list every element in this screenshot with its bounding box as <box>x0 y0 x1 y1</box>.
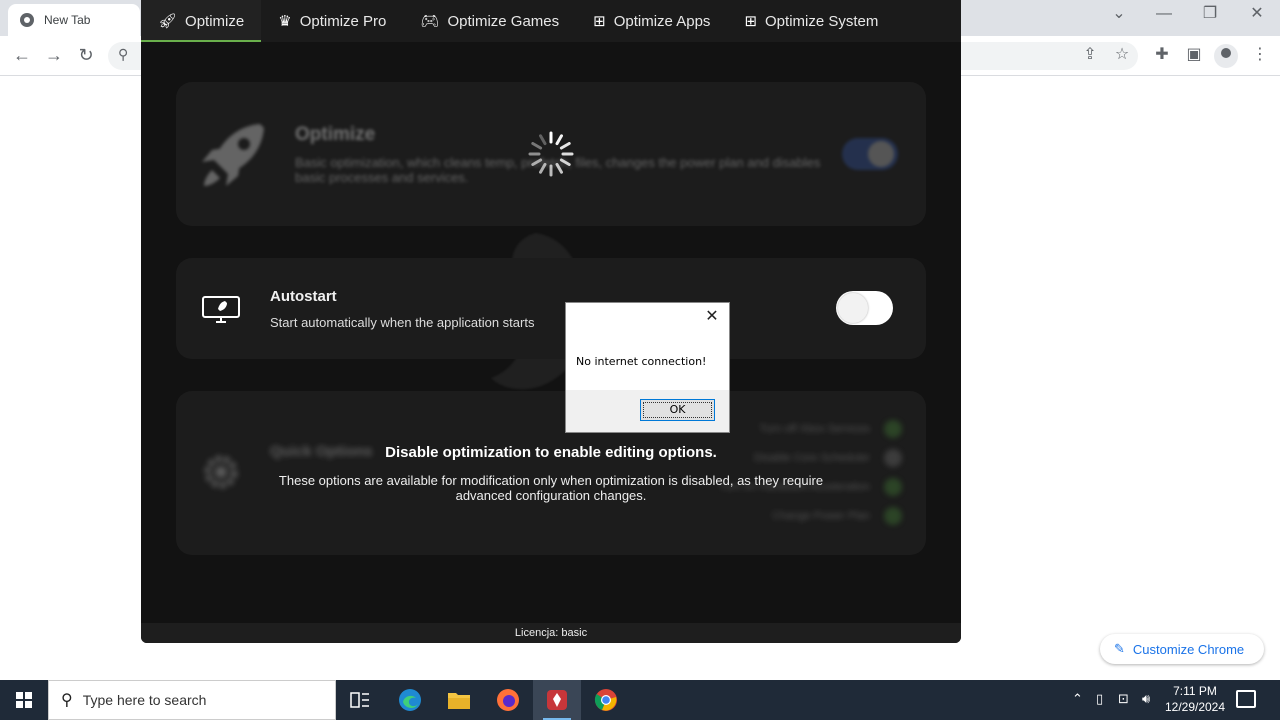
share-icon[interactable]: ⇪ <box>1078 44 1102 66</box>
taskbar-clock[interactable]: 7:11 PM 12/29/2024 <box>1160 683 1230 715</box>
overlay-title: Disable optimization to enable editing o… <box>385 444 717 461</box>
option-label: Turn off Xbox Services <box>759 423 870 435</box>
edge-icon <box>399 689 421 711</box>
tab-optimize-system-label: Optimize System <box>765 12 879 30</box>
error-dialog: ✕ No internet connection! OK <box>565 302 730 433</box>
autostart-toggle[interactable] <box>836 291 893 325</box>
taskbar-edge[interactable] <box>386 680 434 720</box>
taskbar-firefox[interactable] <box>484 680 532 720</box>
notification-icon[interactable] <box>1236 690 1256 708</box>
dialog-message: No internet connection! <box>576 355 707 368</box>
folder-icon <box>448 693 470 709</box>
tab-optimize-games[interactable]: 🎮︎ Optimize Games <box>403 0 576 42</box>
tab-optimize-games-label: Optimize Games <box>447 12 560 30</box>
tab-search-chevron-icon[interactable]: ⌄ <box>1105 4 1133 24</box>
option-status-dot <box>884 478 902 496</box>
apps-grid-icon: ⊞ <box>593 13 606 30</box>
taskbar-optimizer-app[interactable] <box>533 680 581 720</box>
tab-optimize-system[interactable]: ⊞ Optimize System <box>727 0 895 42</box>
gamepad-icon: 🎮︎ <box>420 13 440 30</box>
tab-optimize[interactable]: 🚀︎ Optimize <box>141 0 262 42</box>
windows-logo-icon <box>16 692 32 708</box>
windows-icon: ⊞ <box>744 13 758 30</box>
option-label: Change Power Plan <box>772 510 870 522</box>
chrome-favicon-icon <box>20 13 34 27</box>
tab-optimize-pro-label: Optimize Pro <box>299 12 387 30</box>
app-nav-bar: 🚀︎ Optimize ♛ Optimize Pro 🎮︎ Optimize G… <box>141 0 961 42</box>
option-row[interactable]: Change Power Plan <box>772 507 902 525</box>
rocket-icon: 🚀︎ <box>158 13 178 30</box>
autostart-card: Autostart Start automatically when the a… <box>176 258 926 359</box>
browser-tab-new-tab[interactable]: New Tab <box>8 4 140 36</box>
taskbar-search-placeholder: Type here to search <box>82 692 207 708</box>
minimize-button[interactable]: — <box>1150 4 1178 24</box>
autostart-description: Start automatically when the application… <box>270 315 535 330</box>
search-icon: ⚲ <box>61 692 73 709</box>
bookmark-star-icon[interactable]: ☆ <box>1110 44 1134 66</box>
clock-date: 12/29/2024 <box>1164 700 1226 714</box>
dialog-close-icon[interactable]: ✕ <box>703 306 721 326</box>
menu-kebab-icon[interactable]: ⋮ <box>1248 44 1272 66</box>
browser-tab-title: New Tab <box>44 13 91 27</box>
autostart-title: Autostart <box>270 288 337 305</box>
rocket-large-icon <box>202 124 264 186</box>
tab-optimize-pro[interactable]: ♛ Optimize Pro <box>261 0 403 42</box>
optimizer-app-icon <box>547 690 567 710</box>
start-button[interactable] <box>0 680 48 720</box>
clock-time: 7:11 PM <box>1173 684 1217 698</box>
monitor-rocket-icon <box>202 296 240 323</box>
optimize-toggle[interactable] <box>842 138 898 170</box>
optimizer-app-window: 🚀︎ Optimize ♛ Optimize Pro 🎮︎ Optimize G… <box>141 0 961 643</box>
reload-icon[interactable]: ↻ <box>74 44 98 66</box>
task-view-button[interactable] <box>336 680 384 720</box>
ok-button[interactable]: OK <box>640 399 715 421</box>
windows-taskbar: ⚲ Type here to search ⌃ ▯ ⊡ 🔊︎ 7:11 PM 1… <box>0 680 1280 720</box>
overlay-description: These options are available for modifica… <box>278 473 824 503</box>
crown-icon: ♛ <box>278 13 292 30</box>
loading-spinner-icon <box>528 131 574 177</box>
restore-button[interactable]: ❐ <box>1196 4 1224 24</box>
tray-chevron-up-icon[interactable]: ⌃ <box>1072 691 1083 707</box>
taskbar-search-box[interactable]: ⚲ Type here to search <box>48 680 336 720</box>
firefox-icon <box>497 689 519 711</box>
tab-optimize-apps-label: Optimize Apps <box>613 12 711 30</box>
chrome-icon <box>594 689 617 711</box>
option-status-dot <box>884 507 902 525</box>
volume-icon[interactable]: 🔊︎ <box>1142 691 1150 707</box>
customize-chrome-label: Customize Chrome <box>1132 641 1245 657</box>
pencil-icon: ✎ <box>1114 641 1125 656</box>
option-status-dot <box>884 420 902 438</box>
extensions-puzzle-icon[interactable]: ✚ <box>1150 44 1174 66</box>
dialog-button-bar: OK <box>566 390 729 432</box>
tab-optimize-apps[interactable]: ⊞ Optimize Apps <box>576 0 727 42</box>
forward-arrow-icon[interactable]: → <box>42 44 66 66</box>
option-row[interactable]: Turn off Xbox Services <box>759 420 902 438</box>
profile-avatar[interactable] <box>1214 44 1238 68</box>
back-arrow-icon[interactable]: ← <box>10 44 34 66</box>
optimize-card-title: Optimize <box>295 124 376 145</box>
task-view-icon <box>350 692 369 708</box>
tab-optimize-label: Optimize <box>185 12 245 30</box>
taskbar-file-explorer[interactable] <box>435 680 483 720</box>
network-icon[interactable]: ⊡ <box>1118 691 1129 707</box>
search-icon: ⚲ <box>118 46 129 62</box>
customize-chrome-button[interactable]: ✎ Customize Chrome <box>1100 634 1264 664</box>
close-window-button[interactable]: ✕ <box>1243 4 1271 24</box>
license-footer: Licencja: basic <box>141 623 961 643</box>
taskbar-chrome[interactable] <box>582 680 630 720</box>
side-panel-icon[interactable]: ▣ <box>1182 44 1206 66</box>
tray-device-icon[interactable]: ▯ <box>1096 691 1103 707</box>
